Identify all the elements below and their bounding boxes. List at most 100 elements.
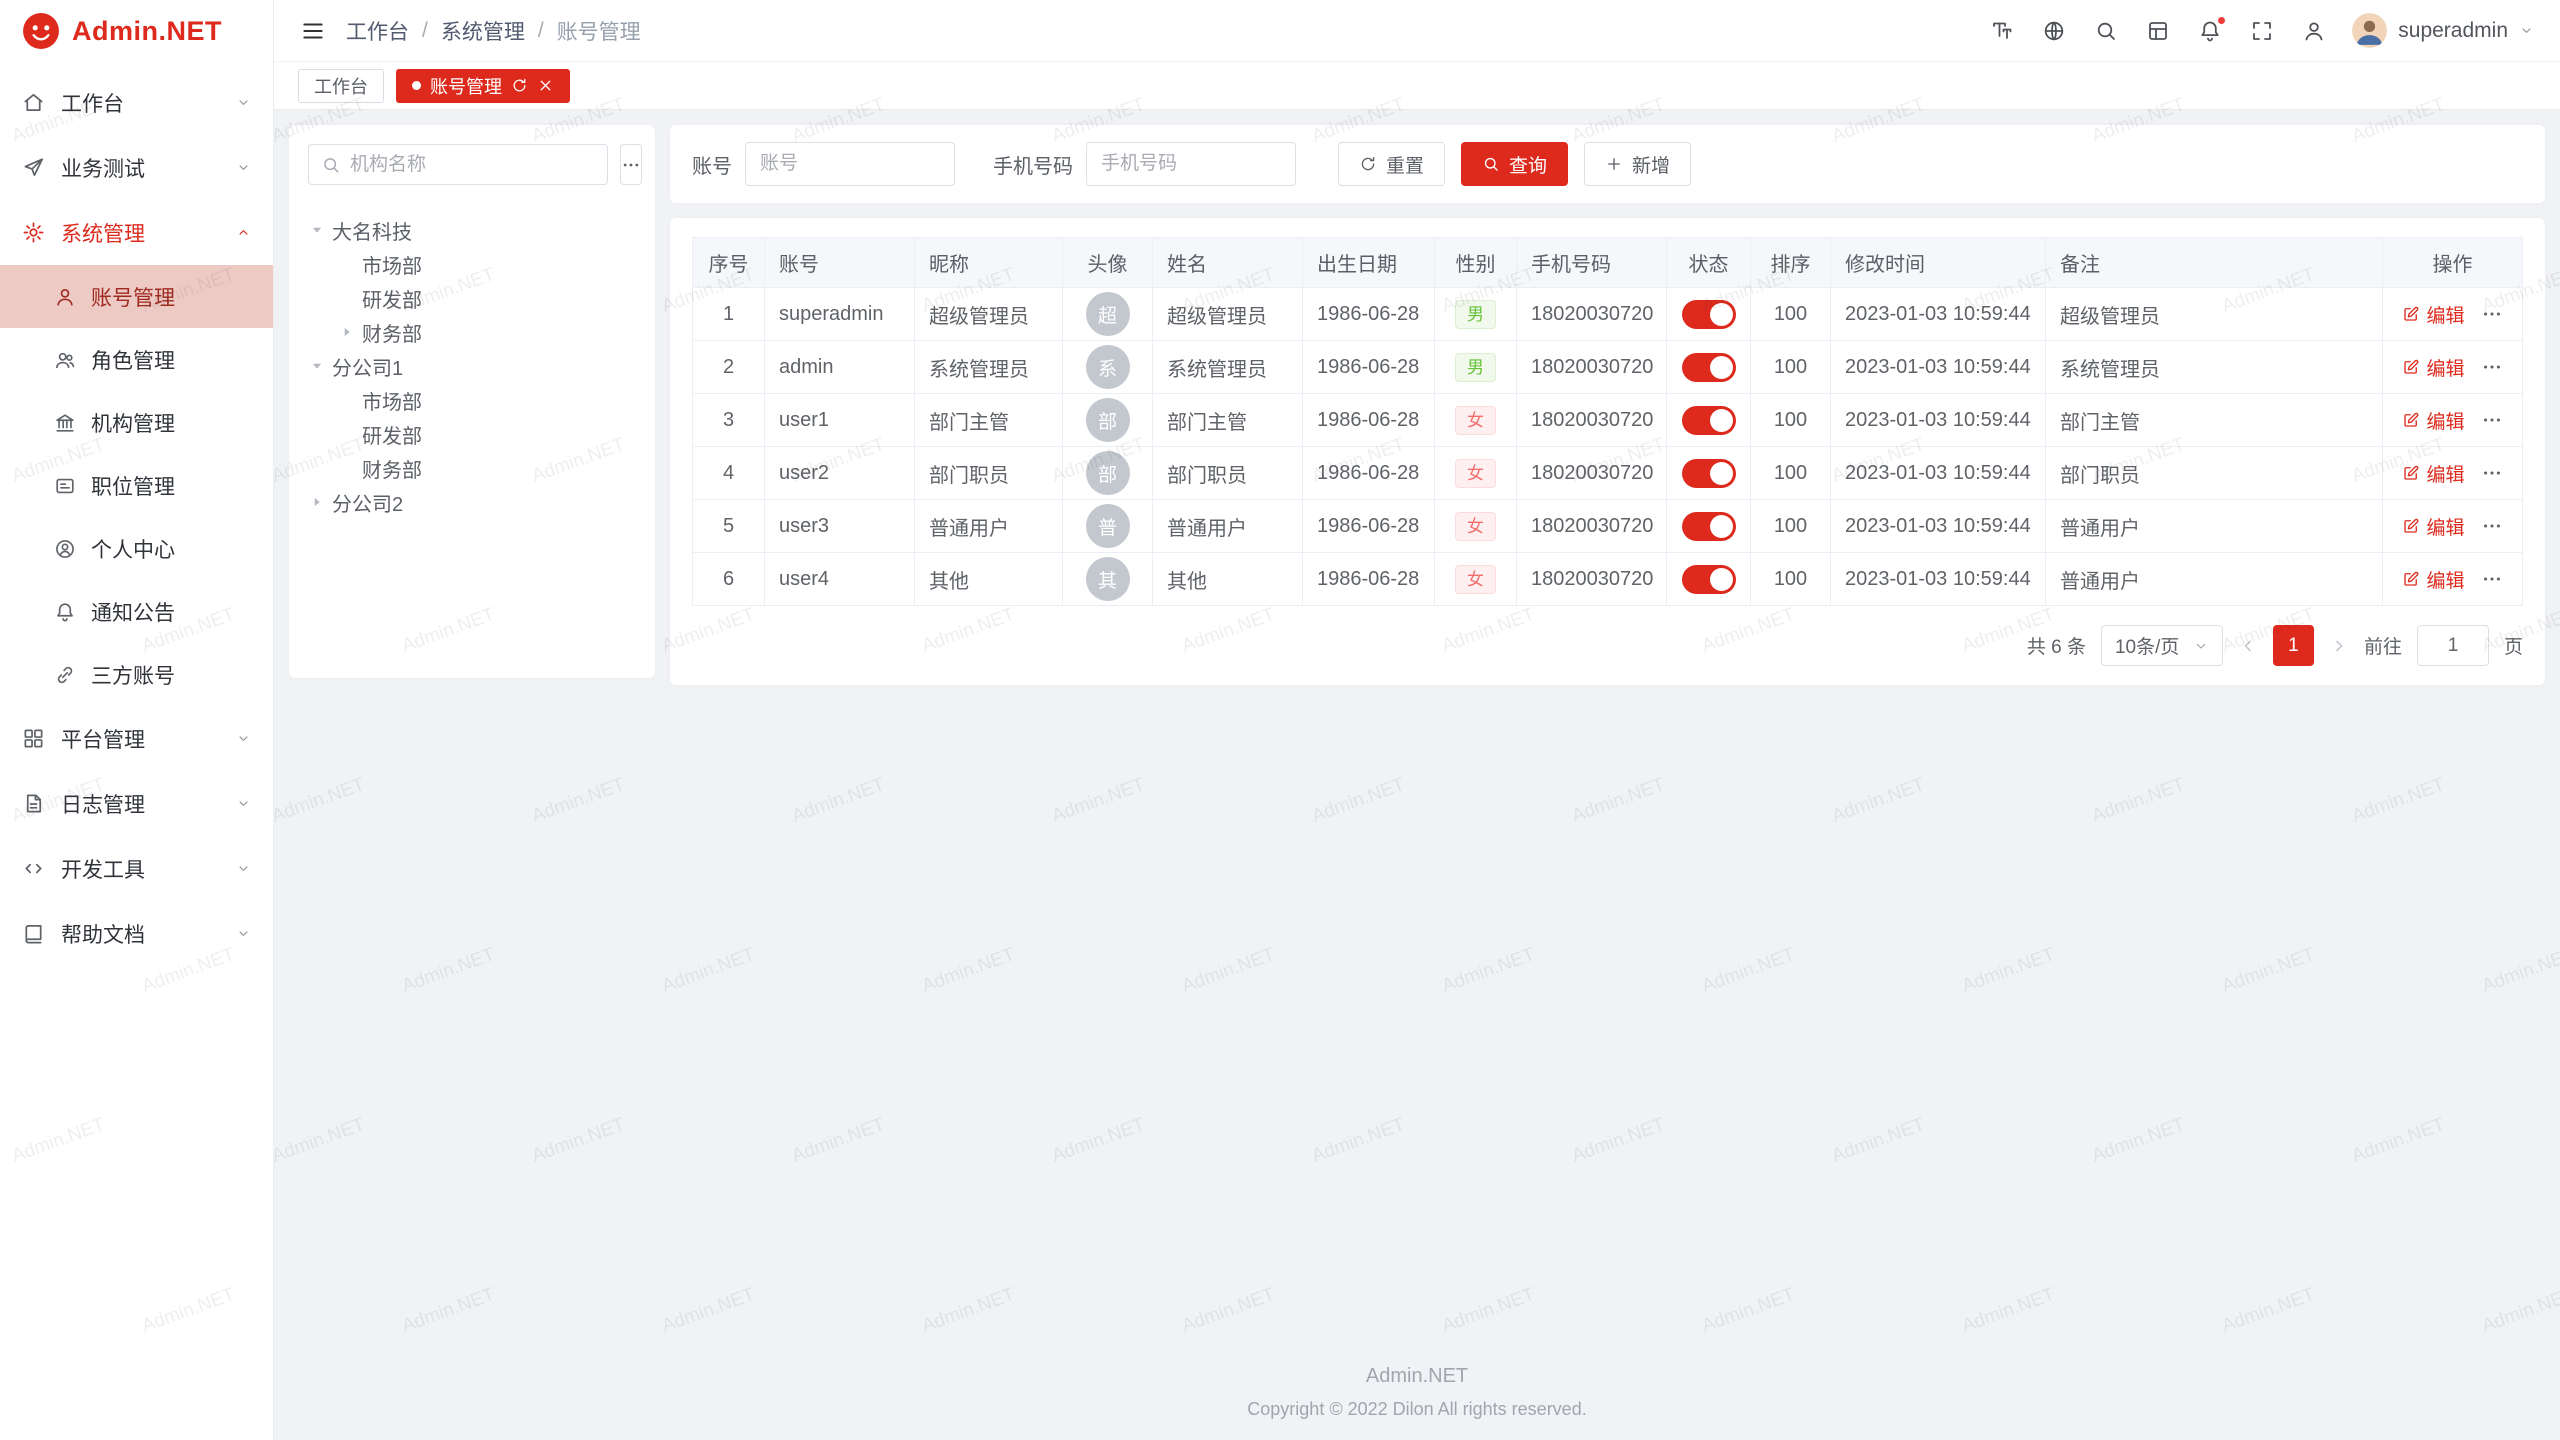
edit-button[interactable]: 编辑 — [2402, 407, 2464, 434]
tree-node-label: 分公司1 — [332, 352, 403, 381]
tree-node-label: 市场部 — [362, 250, 422, 279]
org-search-field[interactable] — [308, 144, 608, 185]
sidebar-subitem[interactable]: 机构管理 — [0, 391, 273, 454]
edit-button[interactable]: 编辑 — [2402, 566, 2464, 593]
tree-node[interactable]: 大名科技 — [308, 213, 636, 247]
account-input[interactable] — [745, 142, 955, 186]
cell-gender: 女 — [1435, 394, 1517, 447]
cell-birthday: 1986-06-28 — [1303, 288, 1435, 341]
breadcrumb-item[interactable]: 工作台 — [346, 16, 409, 46]
sidebar-subitem[interactable]: 三方账号 — [0, 643, 273, 706]
tree-node[interactable]: 财务部 — [308, 451, 636, 485]
caret-right-icon[interactable] — [308, 493, 326, 511]
phone-input[interactable] — [1086, 142, 1296, 186]
tree-node[interactable]: 分公司2 — [308, 485, 636, 519]
cell-index: 5 — [693, 500, 765, 553]
tree-more-button[interactable] — [620, 144, 642, 185]
sidebar-subitem[interactable]: 账号管理 — [0, 265, 273, 328]
edit-button[interactable]: 编辑 — [2402, 460, 2464, 487]
status-toggle[interactable] — [1682, 565, 1736, 594]
cell-avatar: 其 — [1063, 553, 1153, 606]
breadcrumb-separator: / — [422, 19, 428, 43]
sidebar-item[interactable]: 业务测试 — [0, 135, 273, 200]
profile-icon[interactable] — [2302, 19, 2326, 43]
more-actions-icon[interactable] — [2481, 462, 2503, 484]
more-actions-icon[interactable] — [2481, 515, 2503, 537]
status-toggle[interactable] — [1682, 353, 1736, 382]
sidebar-item-label: 系统管理 — [61, 218, 220, 248]
footer-title: Admin.NET — [274, 1365, 2560, 1388]
tree-node[interactable]: 市场部 — [308, 247, 636, 281]
more-actions-icon[interactable] — [2481, 356, 2503, 378]
status-toggle[interactable] — [1682, 512, 1736, 541]
org-tree: 大名科技市场部研发部财务部分公司1市场部研发部财务部分公司2 — [308, 213, 636, 519]
sidebar-subitem-label: 账号管理 — [91, 282, 175, 312]
sidebar-subitem[interactable]: 通知公告 — [0, 580, 273, 643]
add-button[interactable]: 新增 — [1584, 142, 1691, 186]
tab-close-icon[interactable] — [537, 77, 554, 94]
sidebar-item[interactable]: 开发工具 — [0, 836, 273, 901]
tab[interactable]: 工作台 — [298, 69, 384, 103]
tree-node-label: 研发部 — [362, 284, 422, 313]
tab-refresh-icon[interactable] — [511, 77, 528, 94]
avatar: 普 — [1086, 504, 1130, 548]
sidebar-item[interactable]: 日志管理 — [0, 771, 273, 836]
user-menu[interactable]: superadmin — [2352, 13, 2534, 48]
edit-button[interactable]: 编辑 — [2402, 513, 2464, 540]
tab-active[interactable]: 账号管理 — [396, 69, 570, 103]
page-number[interactable]: 1 — [2273, 625, 2314, 666]
reset-button[interactable]: 重置 — [1338, 142, 1445, 186]
search-icon[interactable] — [2094, 19, 2118, 43]
theme-icon[interactable] — [2146, 19, 2170, 43]
sidebar-subitem[interactable]: 职位管理 — [0, 454, 273, 517]
edit-icon — [2402, 570, 2420, 588]
edit-button[interactable]: 编辑 — [2402, 354, 2464, 381]
caret-down-icon[interactable] — [308, 357, 326, 375]
status-toggle[interactable] — [1682, 406, 1736, 435]
pagination: 共 6 条 10条/页 1 前往 页 — [692, 625, 2523, 666]
status-toggle[interactable] — [1682, 459, 1736, 488]
cell-index: 3 — [693, 394, 765, 447]
goto-page-input[interactable] — [2417, 625, 2489, 666]
tree-node[interactable]: 研发部 — [308, 281, 636, 315]
prev-page-icon[interactable] — [2238, 636, 2258, 656]
cell-modified: 2023-01-03 10:59:44 — [1831, 394, 2046, 447]
more-actions-icon[interactable] — [2481, 303, 2503, 325]
sidebar-subitem[interactable]: 角色管理 — [0, 328, 273, 391]
chevron-up-icon — [236, 225, 251, 240]
fullscreen-icon[interactable] — [2250, 19, 2274, 43]
cell-phone: 18020030720 — [1517, 394, 1667, 447]
org-search-input[interactable] — [350, 154, 595, 176]
app-logo[interactable]: Admin.NET — [0, 0, 273, 62]
caret-down-icon[interactable] — [308, 221, 326, 239]
sidebar-item[interactable]: 工作台 — [0, 70, 273, 135]
refresh-icon — [1359, 155, 1377, 173]
org-tree-panel: 大名科技市场部研发部财务部分公司1市场部研发部财务部分公司2 — [289, 125, 655, 678]
cell-status — [1667, 341, 1751, 394]
more-actions-icon[interactable] — [2481, 568, 2503, 590]
tree-node[interactable]: 市场部 — [308, 383, 636, 417]
tree-node[interactable]: 研发部 — [308, 417, 636, 451]
font-size-icon[interactable] — [1990, 19, 2014, 43]
menu-toggle-icon[interactable] — [300, 18, 326, 44]
tree-node[interactable]: 财务部 — [308, 315, 636, 349]
sidebar-subitem[interactable]: 个人中心 — [0, 517, 273, 580]
bell-icon[interactable] — [2198, 19, 2222, 43]
sidebar-item[interactable]: 系统管理 — [0, 200, 273, 265]
caret-right-icon[interactable] — [338, 323, 356, 341]
search-button[interactable]: 查询 — [1461, 142, 1568, 186]
cell-birthday: 1986-06-28 — [1303, 394, 1435, 447]
status-toggle[interactable] — [1682, 300, 1736, 329]
more-actions-icon[interactable] — [2481, 409, 2503, 431]
cell-actions: 编辑 — [2383, 394, 2523, 447]
globe-icon[interactable] — [2042, 19, 2066, 43]
next-page-icon[interactable] — [2329, 636, 2349, 656]
cell-account: user3 — [765, 500, 915, 553]
edit-button[interactable]: 编辑 — [2402, 301, 2464, 328]
sidebar-item[interactable]: 帮助文档 — [0, 901, 273, 966]
page-size-select[interactable]: 10条/页 — [2101, 625, 2223, 666]
breadcrumb-item[interactable]: 系统管理 — [441, 16, 525, 46]
tree-node[interactable]: 分公司1 — [308, 349, 636, 383]
sidebar-item[interactable]: 平台管理 — [0, 706, 273, 771]
topbar: 工作台/系统管理/账号管理 superadmin — [274, 0, 2560, 62]
